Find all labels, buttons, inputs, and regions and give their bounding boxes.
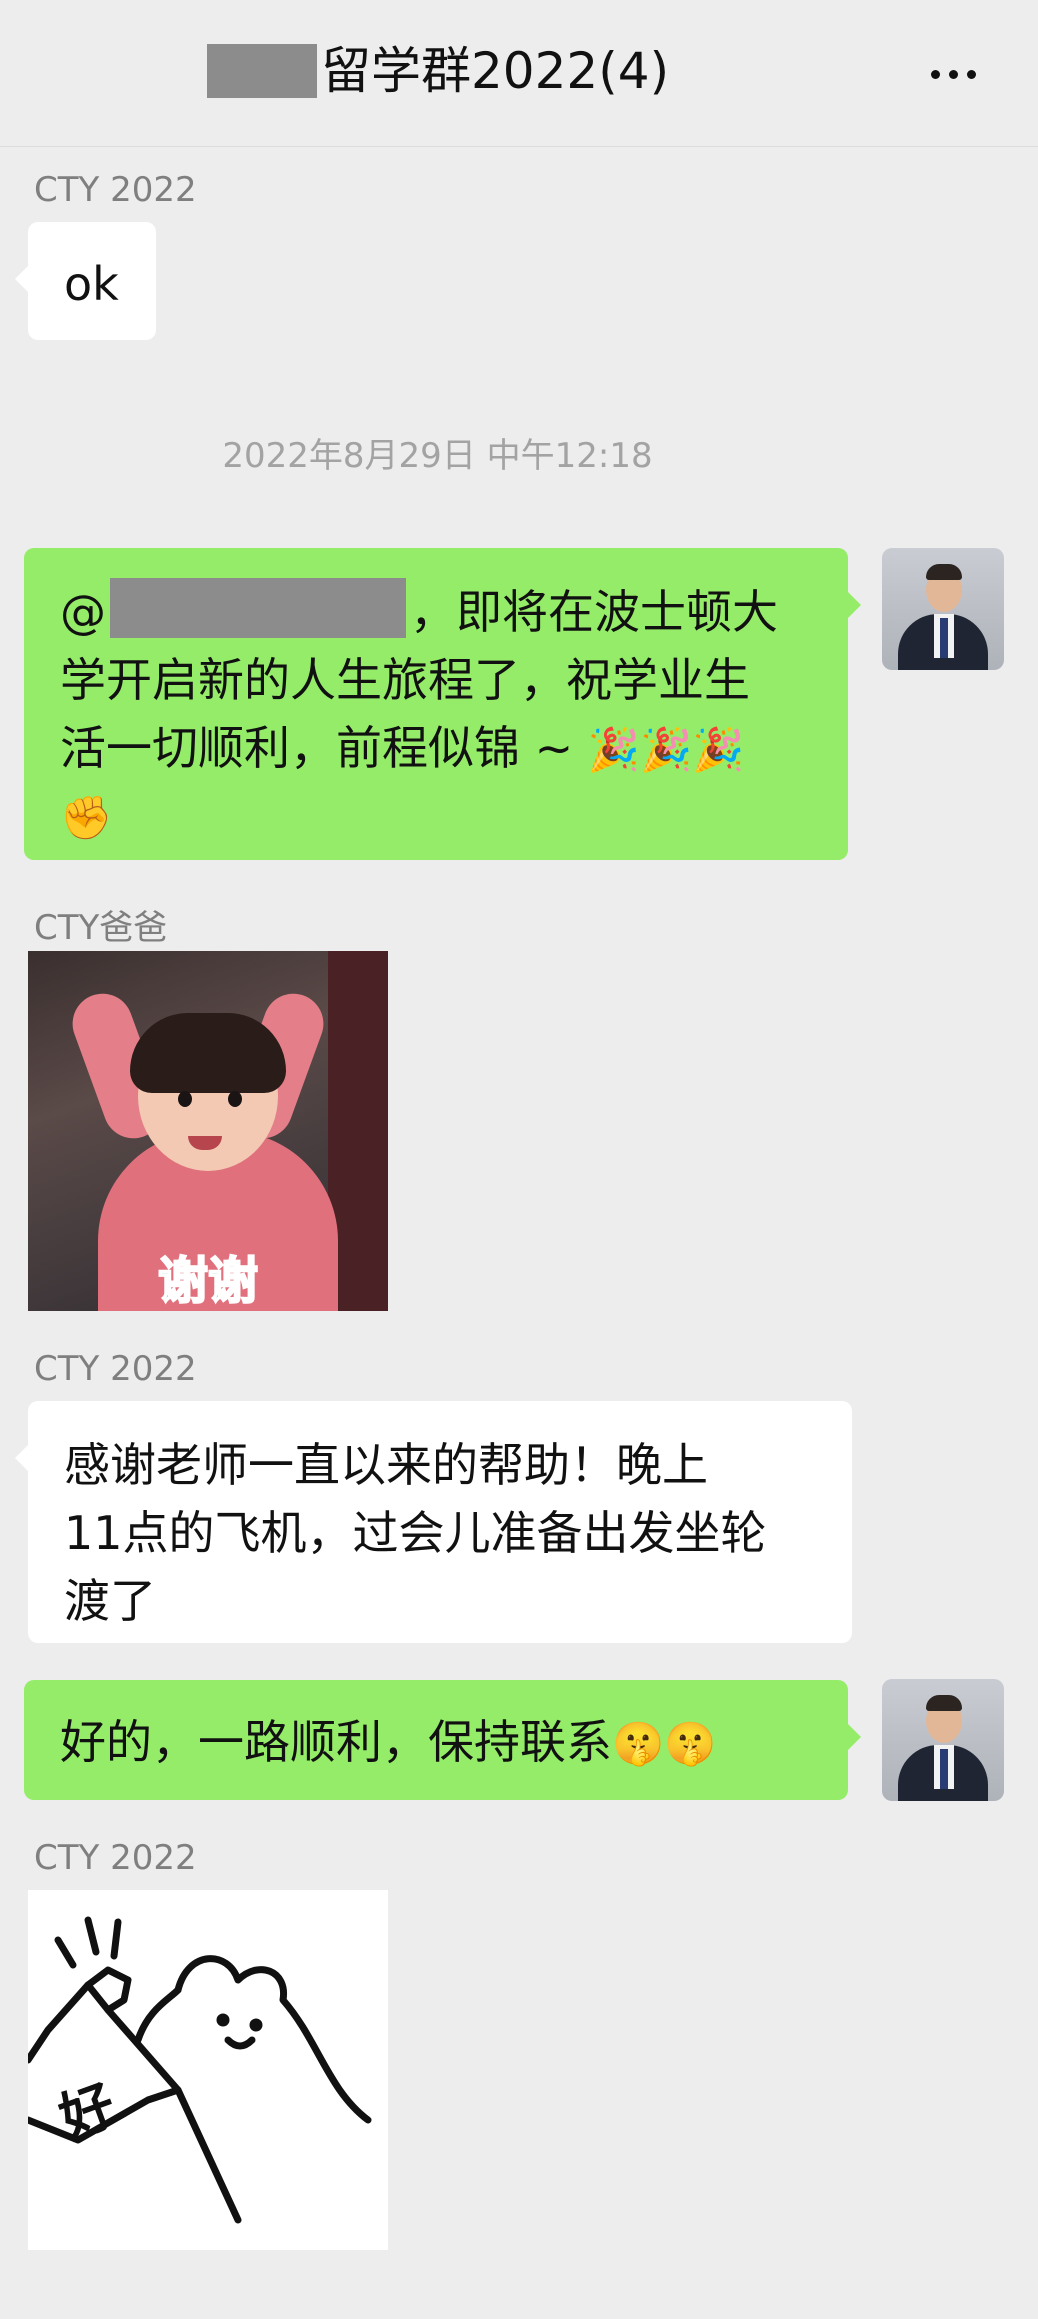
message-line: 学开启新的人生旅程了，祝学业生 bbox=[60, 653, 750, 707]
sender-name: CTY 2022 bbox=[34, 1838, 197, 1878]
avatar-tie bbox=[940, 618, 948, 658]
avatar[interactable] bbox=[882, 548, 1004, 670]
raised-fist-icon: ✊ bbox=[60, 793, 113, 842]
avatar[interactable] bbox=[882, 1679, 1004, 1801]
message-text: @ bbox=[60, 585, 106, 639]
sticker-eye bbox=[228, 1091, 242, 1107]
dot bbox=[948, 69, 958, 79]
sticker-image[interactable]: 谢谢 bbox=[28, 951, 388, 1311]
message-line: 感谢老师一直以来的帮助！晚上 bbox=[64, 1438, 708, 1492]
cat-high-five-drawing: 好 bbox=[28, 1916, 372, 2224]
chat-header: 留学群2022(4) bbox=[0, 0, 1038, 147]
sticker-caption: 谢谢 bbox=[157, 1251, 259, 1311]
message-text: ，即将在波士顿大 bbox=[410, 585, 778, 639]
sticker-hair bbox=[130, 1013, 286, 1093]
sender-name: CTY爸爸 bbox=[34, 908, 168, 948]
message-bubble-self[interactable]: @ ，即将在波士顿大 学开启新的人生旅程了，祝学业生 活一切顺利，前程似锦 ~ 🎉… bbox=[24, 548, 861, 860]
message-text: ok bbox=[64, 257, 119, 311]
message-line: 渡了 bbox=[64, 1574, 156, 1628]
avatar-hair bbox=[926, 1695, 962, 1711]
sticker-image[interactable]: 好 bbox=[28, 1890, 388, 2250]
redacted-block bbox=[110, 578, 406, 638]
sticker-eye bbox=[178, 1091, 192, 1107]
redacted-block bbox=[207, 44, 317, 98]
message-bubble[interactable]: ok bbox=[15, 222, 156, 340]
chat-title-text: 留学群2022(4) bbox=[321, 42, 670, 100]
sticker-caption: 好 bbox=[50, 2073, 123, 2151]
dot bbox=[966, 69, 976, 79]
message-line: 11点的飞机，过会儿准备出发坐轮 bbox=[64, 1506, 767, 1560]
message-bubble-self[interactable]: 好的，一路顺利，保持联系🤫🤫 bbox=[24, 1680, 861, 1800]
shushing-face-icon: 🤫🤫 bbox=[612, 1719, 717, 1768]
avatar-hair bbox=[926, 564, 962, 580]
message-text: 好的，一路顺利，保持联系 bbox=[60, 1715, 612, 1769]
dot bbox=[930, 69, 940, 79]
party-popper-icon: 🎉🎉🎉 bbox=[587, 725, 745, 774]
sender-name: CTY 2022 bbox=[34, 170, 197, 210]
message-line: @ ，即将在波士顿大 bbox=[60, 578, 848, 646]
more-dots-icon[interactable] bbox=[918, 46, 988, 102]
timestamp: 2022年8月29日 中午12:18 bbox=[222, 436, 653, 476]
message-bubble[interactable]: 感谢老师一直以来的帮助！晚上 11点的飞机，过会儿准备出发坐轮 渡了 bbox=[15, 1401, 852, 1643]
message-line: 活一切顺利，前程似锦 ~ 🎉🎉🎉 bbox=[60, 714, 848, 784]
chat-title: 留学群2022(4) bbox=[207, 40, 669, 102]
sender-name: CTY 2022 bbox=[34, 1349, 197, 1389]
message-text: 活一切顺利，前程似锦 ~ bbox=[60, 721, 588, 775]
avatar-tie bbox=[940, 1749, 948, 1789]
